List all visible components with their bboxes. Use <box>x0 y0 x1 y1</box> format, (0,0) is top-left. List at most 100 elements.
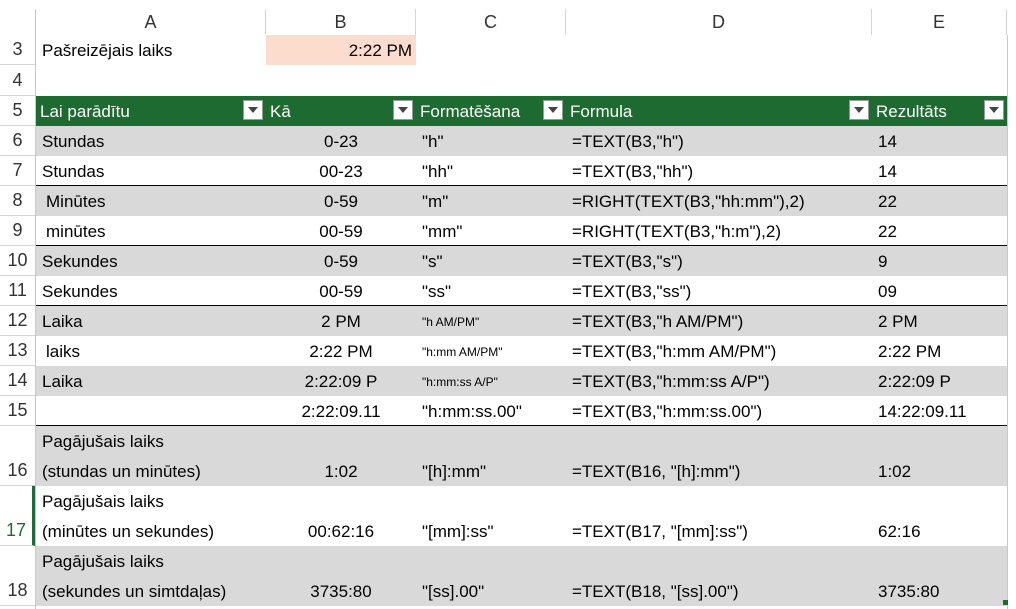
cell-c-row[interactable]: "h" <box>416 126 566 156</box>
cell-a-row[interactable]: Stundas <box>36 126 266 156</box>
row-header-6[interactable]: 6 <box>0 126 35 156</box>
row-header-8[interactable]: 8 <box>0 186 35 216</box>
cell-e-row[interactable]: 14 <box>872 156 1007 186</box>
cell-e-row[interactable]: 14:22:09.11 <box>872 396 1007 426</box>
column-header-c[interactable]: C <box>416 9 566 35</box>
cell-a3[interactable]: Pašreizējais laiks <box>36 35 266 65</box>
cell-b-row[interactable]: 0-59 <box>266 246 416 276</box>
cell-a-row-line1[interactable]: Pagājušais laiks <box>36 426 266 456</box>
cell-b-row[interactable]: 00-59 <box>266 276 416 306</box>
cell-b-row[interactable]: 00:62:16 <box>266 516 416 546</box>
cell-a-row-line1[interactable]: Pagājušais laiks <box>36 546 266 576</box>
cell-e-row[interactable]: 22 <box>872 186 1007 216</box>
header-lai-paraditu[interactable]: Lai parādītu <box>36 96 266 126</box>
cell-c-row[interactable]: "mm" <box>416 216 566 246</box>
filter-dropdown-icon[interactable] <box>393 100 413 120</box>
cell-a-row-line2[interactable]: (stundas un minūtes) <box>36 456 266 486</box>
cell-b-row[interactable]: 2 PM <box>266 306 416 336</box>
cell-b3[interactable]: 2:22 PM <box>266 35 416 65</box>
cell-d-row[interactable]: =RIGHT(TEXT(B3,"hh:mm"),2) <box>566 186 872 216</box>
cell-a-row-line2[interactable]: (sekundes un simtdaļas) <box>36 576 266 606</box>
row-header-18[interactable]: 18 <box>0 546 35 606</box>
cell-c-row[interactable]: "h:mm:ss A/P" <box>416 366 566 396</box>
column-header-d[interactable]: D <box>566 9 872 35</box>
cell-d-row[interactable]: =TEXT(B16, "[h]:mm") <box>566 456 872 486</box>
row-header-4[interactable]: 4 <box>0 65 35 96</box>
cell-b-row[interactable]: 00-23 <box>266 156 416 186</box>
cell-d-row[interactable]: =TEXT(B3,"h AM/PM") <box>566 306 872 336</box>
cell-b-row[interactable]: 0-23 <box>266 126 416 156</box>
cell-b-row[interactable]: 1:02 <box>266 456 416 486</box>
cell-b-row[interactable]: 00-59 <box>266 216 416 246</box>
row-separator <box>36 305 1007 306</box>
cell-c-row[interactable]: "hh" <box>416 156 566 186</box>
column-header-a[interactable]: A <box>36 9 266 35</box>
cell-a-row[interactable] <box>36 396 266 426</box>
cell-c-row[interactable]: "[mm]:ss" <box>416 516 566 546</box>
cell-a-row[interactable]: laiks <box>36 336 266 366</box>
cell-a-row[interactable]: Laika <box>36 366 266 396</box>
filter-dropdown-icon[interactable] <box>849 100 869 120</box>
cell-d-row[interactable]: =TEXT(B17, "[mm]:ss") <box>566 516 872 546</box>
row-header-3[interactable]: 3 <box>0 35 35 65</box>
cell-d-row[interactable]: =TEXT(B18, "[ss].00") <box>566 576 872 606</box>
row-header-13[interactable]: 13 <box>0 336 35 366</box>
cell-d-row[interactable]: =TEXT(B3,"h:mm:ss A/P") <box>566 366 872 396</box>
cell-e-row[interactable]: 14 <box>872 126 1007 156</box>
cell-e-row[interactable]: 09 <box>872 276 1007 306</box>
resize-handle[interactable] <box>1003 600 1008 605</box>
cell-d-row[interactable]: =TEXT(B3,"h:mm:ss.00") <box>566 396 872 426</box>
row-header-11[interactable]: 11 <box>0 276 35 306</box>
column-header-b[interactable]: B <box>266 9 416 35</box>
row-header-16[interactable]: 16 <box>0 426 35 486</box>
row-header-12[interactable]: 12 <box>0 306 35 336</box>
cell-a-row-line2[interactable]: (minūtes un sekundes) <box>36 516 266 546</box>
cell-a-row[interactable]: Stundas <box>36 156 266 186</box>
cell-e-row[interactable]: 22 <box>872 216 1007 246</box>
cell-c-row[interactable]: "s" <box>416 246 566 276</box>
row-header-7[interactable]: 7 <box>0 156 35 186</box>
cell-e-row[interactable]: 62:16 <box>872 516 1007 546</box>
cell-e-row[interactable]: 2 PM <box>872 306 1007 336</box>
cell-b-row[interactable]: 2:22 PM <box>266 336 416 366</box>
cell-b-row[interactable]: 2:22:09 P <box>266 366 416 396</box>
row-header-15[interactable]: 15 <box>0 396 35 426</box>
cell-c-row[interactable]: "[ss].00" <box>416 576 566 606</box>
row-header-14[interactable]: 14 <box>0 366 35 396</box>
cell-c-row[interactable]: "h:mm AM/PM" <box>416 336 566 366</box>
cell-e-row[interactable]: 2:22 PM <box>872 336 1007 366</box>
filter-dropdown-icon[interactable] <box>543 100 563 120</box>
cell-a-row[interactable]: Sekundes <box>36 246 266 276</box>
row-header-17[interactable]: 17 <box>0 486 35 546</box>
cell-a-row[interactable]: Sekundes <box>36 276 266 306</box>
cell-e-row[interactable]: 9 <box>872 246 1007 276</box>
cell-a-row-line1[interactable]: Pagājušais laiks <box>36 486 266 516</box>
cell-c-row[interactable]: "m" <box>416 186 566 216</box>
cell-e-row[interactable]: 1:02 <box>872 456 1007 486</box>
cell-d-row[interactable]: =TEXT(B3,"h") <box>566 126 872 156</box>
cell-d-row[interactable]: =TEXT(B3,"s") <box>566 246 872 276</box>
cell-b-row[interactable]: 3735:80 <box>266 576 416 606</box>
filter-dropdown-icon[interactable] <box>243 100 263 120</box>
cell-d-row[interactable]: =TEXT(B3,"h:mm AM/PM") <box>566 336 872 366</box>
header-formula[interactable]: Formula <box>566 96 872 126</box>
cell-e-row[interactable]: 3735:80 <box>872 576 1007 606</box>
row-header-5[interactable]: 5 <box>0 96 35 126</box>
cell-b-row[interactable]: 2:22:09.11 <box>266 396 416 426</box>
cell-d-row[interactable]: =TEXT(B3,"ss") <box>566 276 872 306</box>
cell-a-row[interactable]: minūtes <box>36 216 266 246</box>
cell-e-row[interactable]: 2:22:09 P <box>872 366 1007 396</box>
cell-d-row[interactable]: =RIGHT(TEXT(B3,"h:m"),2) <box>566 216 872 246</box>
filter-dropdown-icon[interactable] <box>984 100 1004 120</box>
cell-c-row[interactable]: "h AM/PM" <box>416 306 566 336</box>
row-header-9[interactable]: 9 <box>0 216 35 246</box>
row-header-10[interactable]: 10 <box>0 246 35 276</box>
cell-c-row[interactable]: "[h]:mm" <box>416 456 566 486</box>
cell-c-row[interactable]: "h:mm:ss.00" <box>416 396 566 426</box>
cell-a-row[interactable]: Laika <box>36 306 266 336</box>
column-header-e[interactable]: E <box>872 9 1007 35</box>
cell-d-row[interactable]: =TEXT(B3,"hh") <box>566 156 872 186</box>
cell-a-row[interactable]: Minūtes <box>36 186 266 216</box>
cell-c-row[interactable]: "ss" <box>416 276 566 306</box>
cell-b-row[interactable]: 0-59 <box>266 186 416 216</box>
